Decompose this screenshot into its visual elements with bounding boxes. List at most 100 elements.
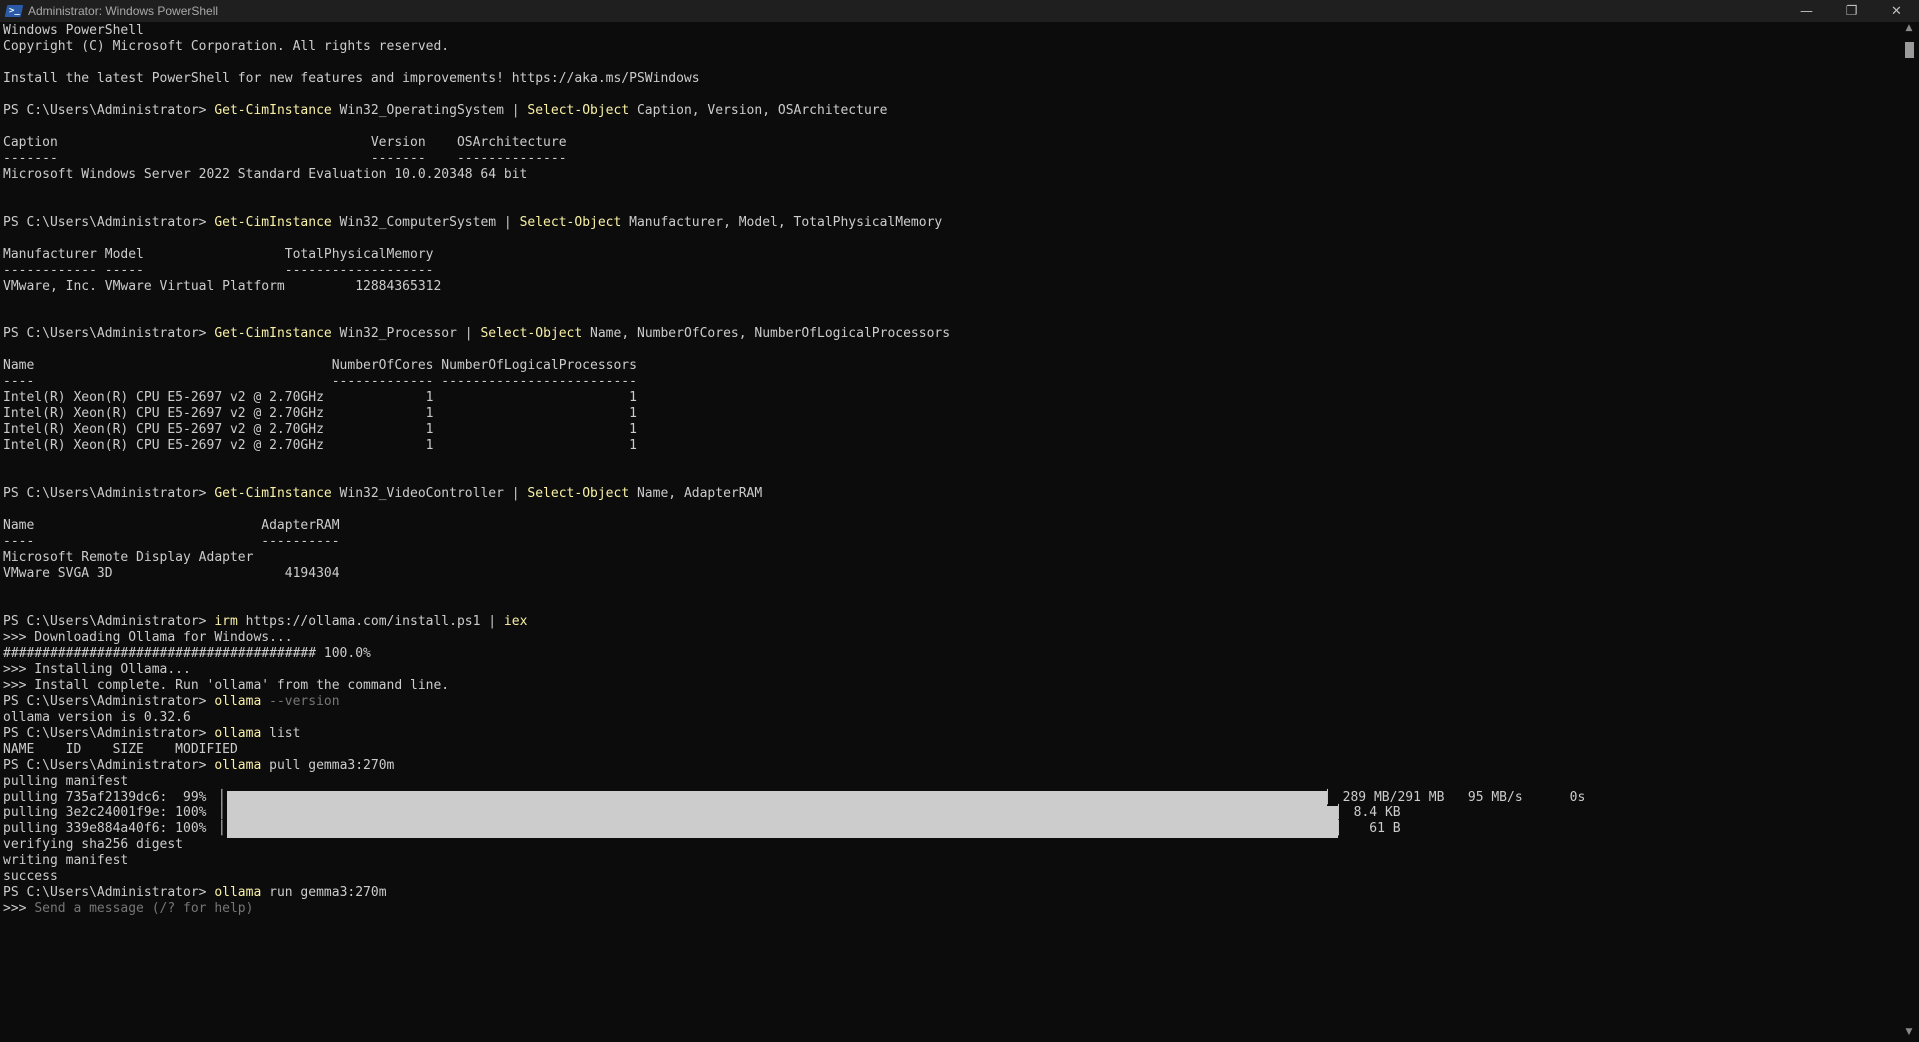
- progress-stats: ▏ 8.4 KB: [1338, 805, 1401, 821]
- scroll-up-icon[interactable]: ▲: [1903, 22, 1915, 34]
- output-line: Name NumberOfCores NumberOfLogicalProces…: [3, 358, 637, 374]
- output-line: Manufacturer Model TotalPhysicalMemory: [3, 246, 434, 262]
- command-keyword: ollama: [214, 757, 262, 773]
- output-line: ollama version is 0.32.6: [3, 709, 191, 725]
- output-line: pulling manifest: [3, 773, 129, 789]
- output-line: >>> Installing Ollama...: [3, 661, 191, 677]
- command-line: PS C:\Users\Administrator> Get-CimInstan…: [3, 215, 1898, 231]
- prompt: PS C:\Users\Administrator>: [3, 885, 215, 901]
- minimize-button[interactable]: —: [1784, 0, 1829, 22]
- command-line: >>> Send a message (/? for help): [3, 901, 1898, 917]
- scroll-down-icon[interactable]: ▼: [1903, 1026, 1915, 1038]
- command-args: list: [261, 725, 301, 741]
- output-line: Caption Version OSArchitecture: [3, 134, 567, 150]
- command-args: https://ollama.com/install.ps1 |: [237, 613, 504, 629]
- title-bar[interactable]: >_ Administrator: Windows PowerShell — ❐…: [0, 0, 1919, 22]
- pull-progress-line: pulling 735af2139dc6: 99% ▕ ▏ 289 MB/291 …: [3, 789, 1898, 807]
- prompt: PS C:\Users\Administrator>: [3, 214, 215, 230]
- progress-stats: ▏ 61 B: [1338, 821, 1401, 837]
- command-args: --version: [261, 693, 340, 709]
- command-keyword: Select-Object: [480, 326, 583, 342]
- prompt: PS C:\Users\Administrator>: [3, 613, 215, 629]
- command-line: PS C:\Users\Administrator> irm https://o…: [3, 614, 1898, 630]
- command-keyword: ollama: [214, 693, 262, 709]
- window-controls: — ❐ ✕: [1784, 0, 1919, 22]
- output-line: success: [3, 869, 58, 885]
- command-keyword: Select-Object: [519, 214, 622, 230]
- command-args: Caption, Version, OSArchitecture: [629, 102, 888, 118]
- output-line: Intel(R) Xeon(R) CPU E5-2697 v2 @ 2.70GH…: [3, 422, 637, 438]
- command-keyword: iex: [503, 613, 528, 629]
- output-line: VMware SVGA 3D 4194304: [3, 565, 340, 581]
- prompt: PS C:\Users\Administrator>: [3, 725, 215, 741]
- prompt: PS C:\Users\Administrator>: [3, 326, 215, 342]
- close-button[interactable]: ✕: [1874, 0, 1919, 22]
- output-line: Microsoft Remote Display Adapter: [3, 549, 254, 565]
- progress-bar-fill: [227, 822, 1338, 839]
- powershell-window: >_ Administrator: Windows PowerShell — ❐…: [0, 0, 1919, 1042]
- command-keyword: ollama: [214, 885, 262, 901]
- minimize-icon: —: [1800, 3, 1813, 19]
- close-icon: ✕: [1891, 3, 1902, 19]
- command-keyword: Select-Object: [527, 486, 630, 502]
- command-args: Name, AdapterRAM: [629, 486, 763, 502]
- progress-label: pulling 3e2c24001f9e: 100% ▕: [3, 805, 223, 821]
- output-line: ------- ------- --------------: [3, 150, 567, 166]
- output-line: Install the latest PowerShell for new fe…: [3, 70, 700, 86]
- input-hint: Send a message (/? for help): [34, 901, 254, 917]
- output-line: writing manifest: [3, 853, 129, 869]
- prompt: PS C:\Users\Administrator>: [3, 693, 215, 709]
- pull-progress-line: pulling 339e884a40f6: 100% ▕ ▏ 61 B: [3, 821, 1898, 839]
- output-line: Intel(R) Xeon(R) CPU E5-2697 v2 @ 2.70GH…: [3, 438, 637, 454]
- command-line: PS C:\Users\Administrator> Get-CimInstan…: [3, 486, 1898, 502]
- command-line: PS C:\Users\Administrator> ollama --vers…: [3, 694, 1898, 710]
- powershell-icon: >_: [4, 5, 24, 17]
- output-line: Copyright (C) Microsoft Corporation. All…: [3, 38, 450, 54]
- command-args: Win32_ComputerSystem |: [331, 214, 520, 230]
- command-args: pull gemma3:270m: [261, 757, 395, 773]
- command-args: Name, NumberOfCores, NumberOfLogicalProc…: [582, 326, 951, 342]
- command-keyword: Get-CimInstance: [214, 214, 332, 230]
- command-args: Manufacturer, Model, TotalPhysicalMemory: [621, 214, 943, 230]
- prompt: PS C:\Users\Administrator>: [3, 102, 215, 118]
- progress-stats: ▏ 289 MB/291 MB 95 MB/s 0s: [1327, 789, 1586, 805]
- output-line: Intel(R) Xeon(R) CPU E5-2697 v2 @ 2.70GH…: [3, 406, 637, 422]
- command-line: PS C:\Users\Administrator> ollama pull g…: [3, 758, 1898, 774]
- command-line: PS C:\Users\Administrator> Get-CimInstan…: [3, 103, 1898, 119]
- pull-progress-line: pulling 3e2c24001f9e: 100% ▕ ▏ 8.4 KB: [3, 805, 1898, 823]
- output-line: Microsoft Windows Server 2022 Standard E…: [3, 166, 528, 182]
- command-keyword: ollama: [214, 725, 262, 741]
- command-line: PS C:\Users\Administrator> Get-CimInstan…: [3, 326, 1898, 342]
- restore-icon: ❐: [1845, 3, 1858, 19]
- command-args: Win32_VideoController |: [331, 486, 528, 502]
- command-args: run gemma3:270m: [261, 885, 387, 901]
- scroll-thumb[interactable]: [1905, 42, 1914, 58]
- command-line: PS C:\Users\Administrator> ollama list: [3, 726, 1898, 742]
- output-line: ---- ------------- ---------------------…: [3, 374, 637, 390]
- command-keyword: Get-CimInstance: [214, 102, 332, 118]
- terminal-output[interactable]: Windows PowerShell Copyright (C) Microsof…: [3, 23, 1898, 1038]
- progress-label: pulling 735af2139dc6: 99% ▕: [3, 789, 223, 805]
- command-args: Win32_Processor |: [331, 326, 481, 342]
- restore-button[interactable]: ❐: [1829, 0, 1874, 22]
- output-line: ------------ ----- -------------------: [3, 262, 434, 278]
- progress-bar-fill: [227, 806, 1338, 823]
- output-line: ---- ----------: [3, 534, 340, 549]
- vertical-scrollbar[interactable]: ▲ ▼: [1903, 22, 1915, 1038]
- output-line: >>> Downloading Ollama for Windows...: [3, 629, 293, 645]
- command-keyword: Get-CimInstance: [214, 326, 332, 342]
- output-line: VMware, Inc. VMware Virtual Platform 128…: [3, 278, 442, 294]
